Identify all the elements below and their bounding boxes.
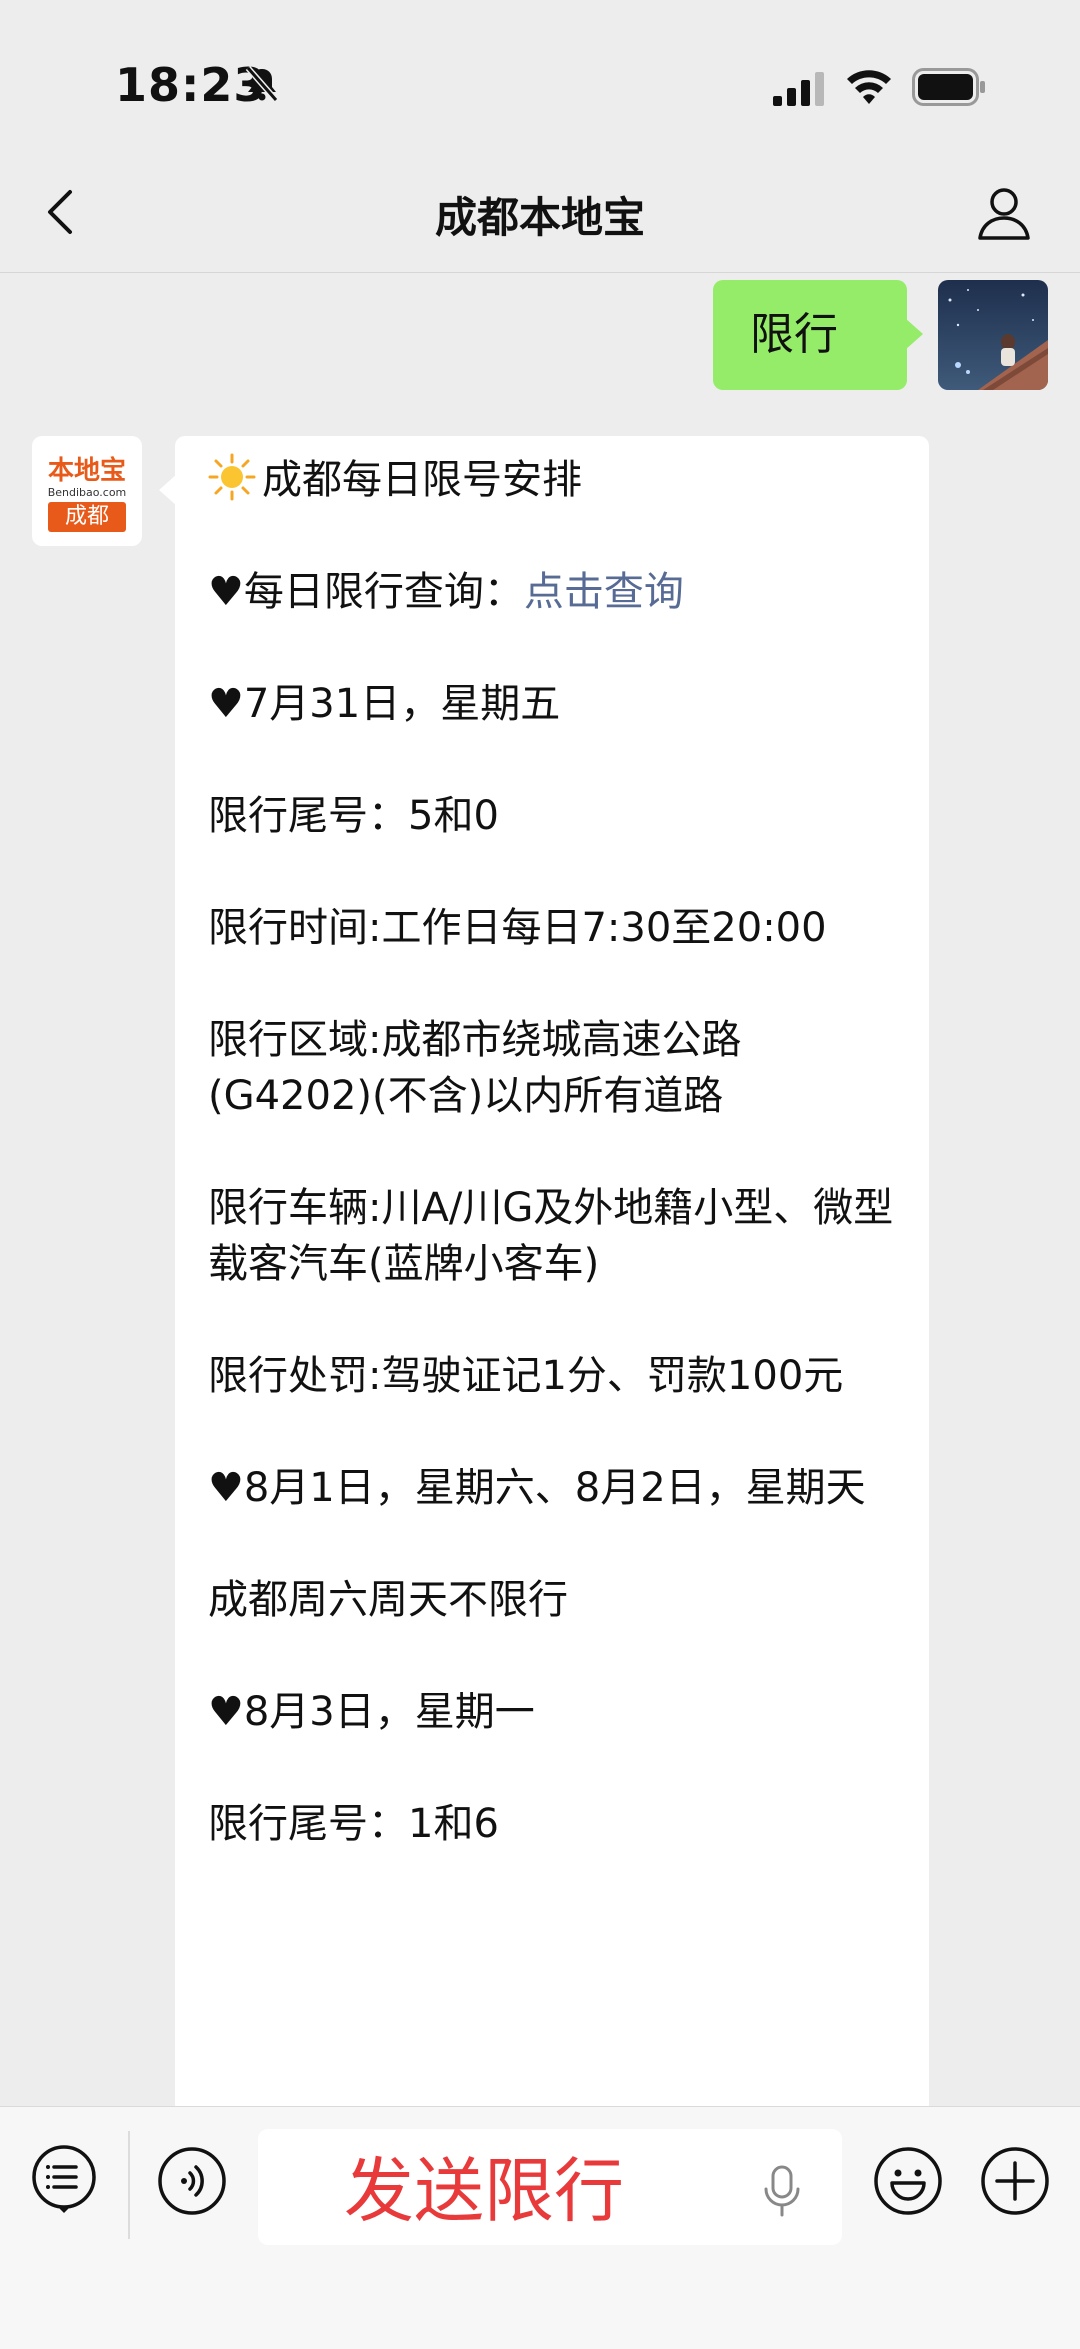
status-bar: 18:23 [0, 0, 1080, 150]
voice-mode-icon[interactable] [156, 2145, 228, 2217]
emoji-icon[interactable] [872, 2145, 944, 2217]
battery-icon [912, 68, 985, 106]
restriction-time: 限行时间:工作日每日7:30至20:00 [208, 905, 827, 951]
restriction-vehicles: 限行车辆:川A/川G及外地籍小型、微型载客汽车(蓝牌小客车) [208, 1185, 894, 1287]
logo-url-text: Bendibao.com [47, 486, 127, 499]
incoming-message-bubble[interactable]: 成都每日限号安排 ♥每日限行查询：点击查询 ♥7月31日，星期五 限行尾号：5和… [159, 436, 929, 2136]
avatar-illustration [938, 280, 1048, 390]
query-label: ♥每日限行查询： [208, 569, 524, 615]
aug3-header: ♥8月3日，星期一 [208, 1689, 535, 1735]
aug3-tail-numbers: 限行尾号：1和6 [208, 1801, 499, 1847]
query-link[interactable]: 点击查询 [524, 569, 684, 615]
query-line: ♥每日限行查询：点击查询 [208, 564, 898, 620]
jul31-tail-numbers: 限行尾号：5和0 [208, 793, 499, 839]
profile-icon[interactable] [974, 182, 1034, 242]
weekend-note: 成都周六周天不限行 [208, 1577, 568, 1623]
aug1-2-header: ♥8月1日，星期六、8月2日，星期天 [208, 1465, 866, 1511]
chat-header: 成都本地宝 [0, 150, 1080, 273]
sun-icon [208, 453, 256, 501]
chat-title: 成都本地宝 [434, 193, 645, 242]
cellular-signal-icon [773, 72, 824, 106]
wifi-icon [847, 70, 891, 104]
restriction-penalty: 限行处罚:驾驶证记1分、罚款100元 [208, 1353, 844, 1399]
logo-brand-text: 本地宝 [47, 456, 126, 486]
message-title-line: 成都每日限号安排 [208, 452, 898, 508]
message-title: 成都每日限号安排 [262, 457, 582, 503]
microphone-icon[interactable] [762, 2165, 802, 2219]
restriction-area: 限行区域:成都市绕城高速公路(G4202)(不含)以内所有道路 [208, 1017, 742, 1119]
user-avatar[interactable] [938, 280, 1048, 390]
jul31-header: ♥7月31日，星期五 [208, 681, 561, 727]
input-bar: 发送限行 [0, 2106, 1080, 2349]
outgoing-message-text: 限行 [750, 309, 838, 360]
official-account-avatar[interactable]: 本地宝 Bendibao.com 成都 [32, 436, 142, 546]
message-input-text: 发送限行 [344, 2150, 624, 2232]
plus-icon[interactable] [979, 2145, 1051, 2217]
bell-muted-icon [245, 66, 279, 102]
input-bar-divider [128, 2131, 130, 2239]
logo-city-text: 成都 [48, 502, 126, 532]
outgoing-message-bubble[interactable]: 限行 [713, 280, 923, 390]
message-input[interactable]: 发送限行 [258, 2129, 842, 2245]
message-body: 成都每日限号安排 ♥每日限行查询：点击查询 ♥7月31日，星期五 限行尾号：5和… [208, 452, 898, 1852]
menu-list-icon[interactable] [30, 2143, 102, 2215]
